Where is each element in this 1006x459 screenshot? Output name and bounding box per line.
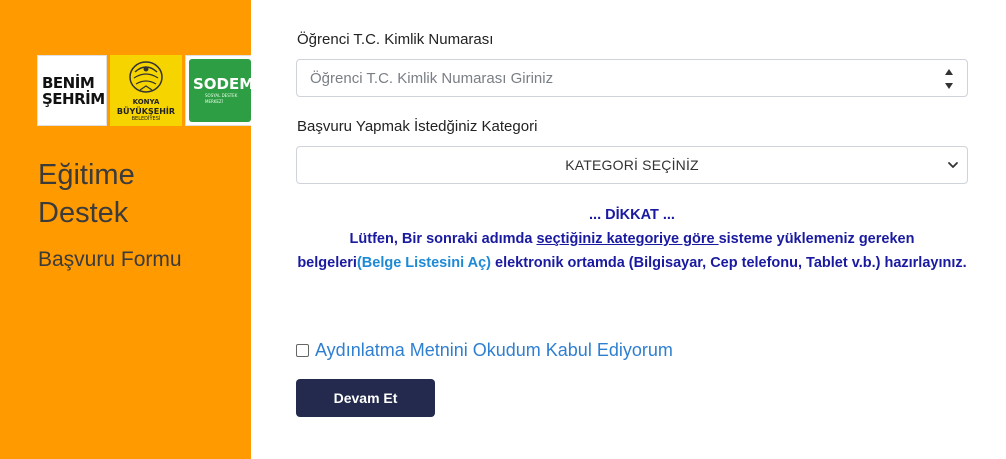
- konya-buyuksehir-logo: KONYA BÜYÜKŞEHİR BELEDİYESİ: [110, 55, 182, 126]
- consent-checkbox[interactable]: [296, 344, 309, 357]
- konya-logo-line3: BELEDİYESİ: [131, 116, 161, 122]
- konya-logo-line1: KONYA: [132, 98, 160, 106]
- consent-label[interactable]: Aydınlatma Metnini Okudum Kabul Ediyorum: [315, 340, 673, 361]
- continue-button[interactable]: Devam Et: [296, 379, 435, 417]
- student-id-field: [296, 59, 968, 97]
- page-title-line1: Eğitime: [38, 159, 135, 191]
- benim-logo-line1: BENİM: [42, 73, 95, 92]
- page-title: Eğitime Destek: [38, 156, 238, 232]
- spinner-down-icon[interactable]: [945, 83, 953, 89]
- konya-emblem-icon: [129, 61, 163, 93]
- logo-strip: BENİM ŞEHRİM KONYA BÜYÜKŞEHİR BELEDİYESİ…: [37, 55, 251, 126]
- notice-text-3: elektronik ortamda (Bilgisayar, Cep tele…: [491, 255, 967, 271]
- notice-text-1: Lütfen, Bir sonraki adımda: [349, 231, 537, 247]
- sodem-logo-badge: SODEM SOSYAL DESTEK MERKEZİ: [189, 59, 251, 122]
- chevron-down-icon: [948, 162, 958, 168]
- sodem-logo-line2: SOSYAL DESTEK MERKEZİ: [205, 93, 238, 104]
- warning-notice: ... DİKKAT ... Lütfen, Bir sonraki adımd…: [296, 203, 968, 275]
- konya-logo-line2: BÜYÜKŞEHİR: [116, 107, 176, 116]
- number-spinner-icon[interactable]: [944, 69, 954, 89]
- benim-sehrim-logo: BENİM ŞEHRİM: [37, 55, 107, 126]
- notice-heading: ... DİKKAT ...: [589, 207, 675, 223]
- notice-text-underlined: seçtiğiniz kategoriye göre: [536, 231, 719, 247]
- category-select[interactable]: KATEGORİ SEÇİNİZ: [296, 146, 968, 184]
- benim-logo-line2: ŞEHRİM: [42, 89, 105, 108]
- student-id-label: Öğrenci T.C. Kimlik Numarası: [297, 31, 494, 48]
- category-label: Başvuru Yapmak İstedğiniz Kategori: [297, 118, 538, 135]
- student-id-input[interactable]: [297, 60, 967, 96]
- sidebar-panel: BENİM ŞEHRİM KONYA BÜYÜKŞEHİR BELEDİYESİ…: [0, 0, 251, 459]
- sodem-logo: SODEM SOSYAL DESTEK MERKEZİ: [185, 55, 251, 126]
- document-list-link[interactable]: (Belge Listesini Aç): [357, 255, 491, 271]
- spinner-up-icon[interactable]: [945, 69, 953, 75]
- page-title-line2: Destek: [38, 197, 129, 229]
- consent-checkbox-row[interactable]: Aydınlatma Metnini Okudum Kabul Ediyorum: [296, 340, 673, 361]
- category-select-value: KATEGORİ SEÇİNİZ: [565, 157, 699, 173]
- page-subtitle: Başvuru Formu: [38, 248, 182, 271]
- sodem-logo-line1: SODEM: [193, 75, 251, 93]
- notice-body: Lütfen, Bir sonraki adımda seçtiğiniz ka…: [296, 227, 968, 275]
